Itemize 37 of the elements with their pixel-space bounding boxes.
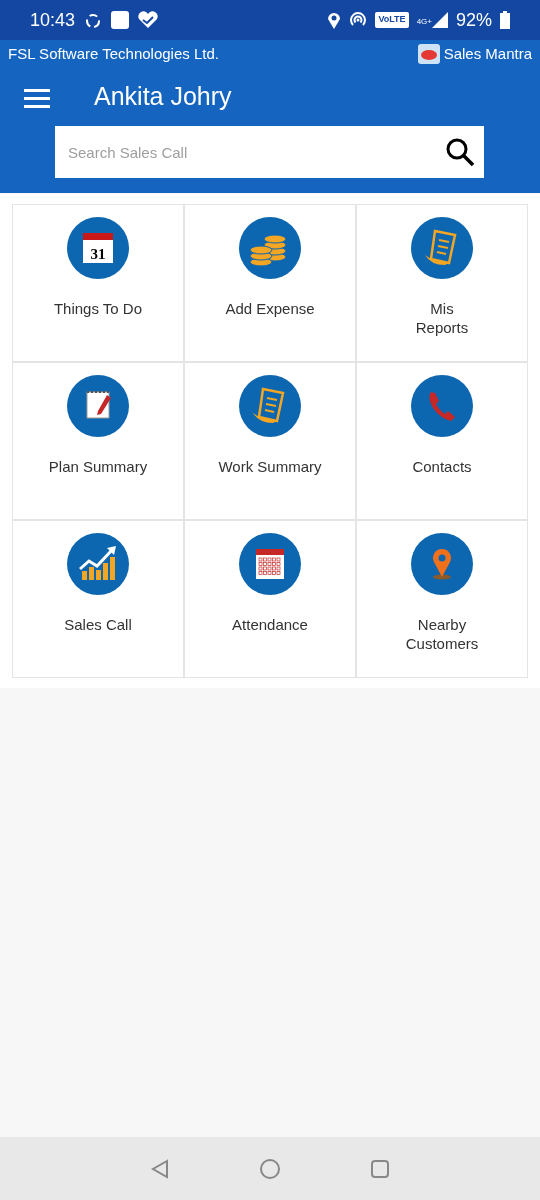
signal-icon <box>431 12 448 28</box>
coins-icon <box>239 217 301 279</box>
calendar-icon <box>239 533 301 595</box>
phone-icon <box>411 375 473 437</box>
menu-tile[interactable]: Attendance <box>185 521 355 677</box>
back-icon[interactable] <box>149 1157 171 1180</box>
chart-icon <box>67 533 129 595</box>
menu-tile[interactable]: Work Summary <box>185 363 355 519</box>
company-name: FSL Software Technologies Ltd. <box>8 43 220 64</box>
menu-tile[interactable]: Plan Summary <box>13 363 183 519</box>
user-name: Ankita Johry <box>94 81 232 113</box>
menu-tile[interactable]: Add Expense <box>185 205 355 361</box>
location-icon <box>327 11 342 29</box>
document-icon <box>411 217 473 279</box>
app-notification-icon <box>111 11 130 29</box>
volte-badge: VoLTE <box>375 12 409 28</box>
menu-tile[interactable]: Sales Call <box>13 521 183 677</box>
document-icon <box>239 375 301 437</box>
search-field[interactable]: Search Sales Call <box>55 126 444 178</box>
app-logo-icon <box>417 44 440 64</box>
recent-apps-icon[interactable] <box>369 1157 391 1180</box>
network-type: 4G+ <box>416 16 432 28</box>
search-icon <box>444 136 476 168</box>
app-name: Sales Mantra <box>443 43 532 64</box>
location-pin-icon <box>411 533 473 595</box>
status-time: 10:43 <box>30 8 76 32</box>
menu-tile[interactable]: 31 Things To Do <box>13 205 183 361</box>
search-button[interactable] <box>444 126 484 178</box>
battery-percent: 92% <box>455 8 492 32</box>
menu-tile[interactable]: Nearby Customers <box>357 521 527 677</box>
heart-icon <box>137 11 160 29</box>
menu-tile[interactable]: Contacts <box>357 363 527 519</box>
battery-icon <box>500 11 510 29</box>
calendar-icon: 31 <box>67 217 129 279</box>
menu-tile[interactable]: Mis Reports <box>357 205 527 361</box>
home-icon[interactable] <box>259 1157 281 1180</box>
notepad-icon <box>67 375 129 437</box>
